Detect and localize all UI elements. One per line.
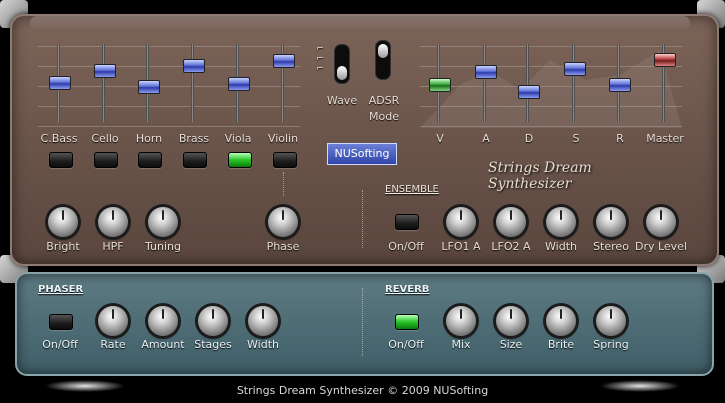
ensemble-onoff-label: On/Off bbox=[388, 240, 424, 253]
width-knob[interactable] bbox=[546, 207, 576, 237]
brite-knob[interactable] bbox=[546, 306, 576, 336]
rate-knob[interactable] bbox=[98, 306, 128, 336]
adsr-d-fader[interactable] bbox=[518, 84, 540, 99]
bright-knob[interactable] bbox=[48, 207, 78, 237]
stages-knob[interactable] bbox=[198, 306, 228, 336]
divider bbox=[283, 172, 284, 196]
bright-label: Bright bbox=[46, 240, 80, 253]
rate-label: Rate bbox=[100, 338, 126, 351]
adsr-rail bbox=[526, 44, 529, 122]
size-label: Size bbox=[499, 338, 523, 351]
adsr-label-d: D bbox=[524, 132, 534, 145]
adsr-rail bbox=[483, 44, 486, 122]
reverb-title: REVERB bbox=[385, 284, 430, 295]
size-knob[interactable] bbox=[496, 306, 526, 336]
wave-switch[interactable] bbox=[334, 44, 350, 84]
horn-toggle-button[interactable] bbox=[138, 152, 162, 168]
adsr-label-master: Master bbox=[646, 132, 684, 145]
wave-label: Wave bbox=[326, 94, 358, 107]
lfo1a-knob[interactable] bbox=[446, 207, 476, 237]
footer-copyright: Strings Dream Synthesizer © 2009 NUSofti… bbox=[236, 384, 489, 397]
fader-label-cbass: C.Bass bbox=[40, 132, 78, 145]
violin-toggle-button[interactable] bbox=[273, 152, 297, 168]
amount-label: Amount bbox=[141, 338, 185, 351]
nusofting-logo: NUSofting bbox=[327, 143, 397, 165]
adsr-label: ADSR bbox=[368, 94, 400, 107]
spring-label: Spring bbox=[593, 338, 629, 351]
reverb-onoff-button[interactable] bbox=[395, 314, 419, 330]
spring-knob[interactable] bbox=[596, 306, 626, 336]
adsr-fader-bank bbox=[420, 40, 682, 130]
wave-glyph: ⌐⌐⌐ bbox=[315, 44, 325, 74]
ensemble-onoff-button[interactable] bbox=[395, 214, 419, 230]
tuning-label: Tuning bbox=[144, 240, 181, 253]
phase-knob[interactable] bbox=[268, 207, 298, 237]
string-rail bbox=[102, 44, 105, 122]
width-label: Width bbox=[545, 240, 577, 253]
tuning-knob[interactable] bbox=[148, 207, 178, 237]
hpf-knob[interactable] bbox=[98, 207, 128, 237]
string-cbass-fader[interactable] bbox=[49, 75, 71, 90]
string-rail bbox=[191, 44, 194, 122]
switch-lever bbox=[378, 44, 388, 58]
adsr-label-a: A bbox=[482, 132, 490, 145]
amount-knob[interactable] bbox=[148, 306, 178, 336]
panel-highlight bbox=[30, 16, 690, 30]
phaser-onoff-label: On/Off bbox=[42, 338, 78, 351]
string-cello-fader[interactable] bbox=[94, 63, 116, 78]
stages-label: Stages bbox=[194, 338, 232, 351]
adsr-label-s: S bbox=[572, 132, 580, 145]
mix-label: Mix bbox=[451, 338, 471, 351]
adsr-v-fader[interactable] bbox=[429, 77, 451, 92]
lfo2a-label: LFO2 A bbox=[491, 240, 531, 253]
string-brass-fader[interactable] bbox=[183, 59, 205, 74]
phaser-width-knob[interactable] bbox=[248, 306, 278, 336]
viola-toggle-button[interactable] bbox=[228, 152, 252, 168]
fader-label-horn: Horn bbox=[135, 132, 163, 145]
hpf-label: HPF bbox=[102, 240, 124, 253]
adsr-a-fader[interactable] bbox=[475, 65, 497, 79]
cello-toggle-button[interactable] bbox=[94, 152, 118, 168]
phaser-width-label: Width bbox=[247, 338, 279, 351]
ensemble-title: ENSEMBLE bbox=[385, 184, 439, 195]
section-divider bbox=[362, 288, 363, 356]
fader-label-brass: Brass bbox=[178, 132, 210, 145]
cbass-toggle-button[interactable] bbox=[49, 152, 73, 168]
mode-label: Mode bbox=[369, 110, 399, 123]
dry-level-knob[interactable] bbox=[646, 207, 676, 237]
fader-label-violin: Violin bbox=[267, 132, 299, 145]
string-violin-fader[interactable] bbox=[273, 53, 295, 68]
brite-label: Brite bbox=[547, 338, 575, 351]
string-fader-bank bbox=[38, 40, 300, 130]
product-title: Strings Dream Synthesizer bbox=[488, 160, 592, 192]
mix-knob[interactable] bbox=[446, 306, 476, 336]
lfo1a-label: LFO1 A bbox=[441, 240, 481, 253]
adsr-label-r: R bbox=[616, 132, 624, 145]
lfo2a-knob[interactable] bbox=[496, 207, 526, 237]
fader-label-viola: Viola bbox=[224, 132, 252, 145]
adsr-s-fader[interactable] bbox=[564, 62, 586, 77]
fader-label-cello: Cello bbox=[91, 132, 119, 145]
switch-lever bbox=[337, 66, 347, 80]
phaser-title: PHASER bbox=[38, 284, 84, 295]
string-horn-fader[interactable] bbox=[138, 80, 160, 95]
reverb-onoff-label: On/Off bbox=[388, 338, 424, 351]
adsr-mode-switch[interactable] bbox=[375, 40, 391, 80]
adsr-r-fader[interactable] bbox=[609, 78, 631, 93]
phase-label: Phase bbox=[266, 240, 300, 253]
string-viola-fader[interactable] bbox=[228, 76, 250, 91]
adsr-master-fader[interactable] bbox=[654, 53, 676, 68]
adsr-rail bbox=[572, 44, 575, 122]
stereo-knob[interactable] bbox=[596, 207, 626, 237]
phaser-onoff-button[interactable] bbox=[49, 314, 73, 330]
dry-level-label: Dry Level bbox=[634, 240, 688, 253]
brass-toggle-button[interactable] bbox=[183, 152, 207, 168]
adsr-label-v: V bbox=[436, 132, 444, 145]
section-divider bbox=[362, 190, 363, 248]
